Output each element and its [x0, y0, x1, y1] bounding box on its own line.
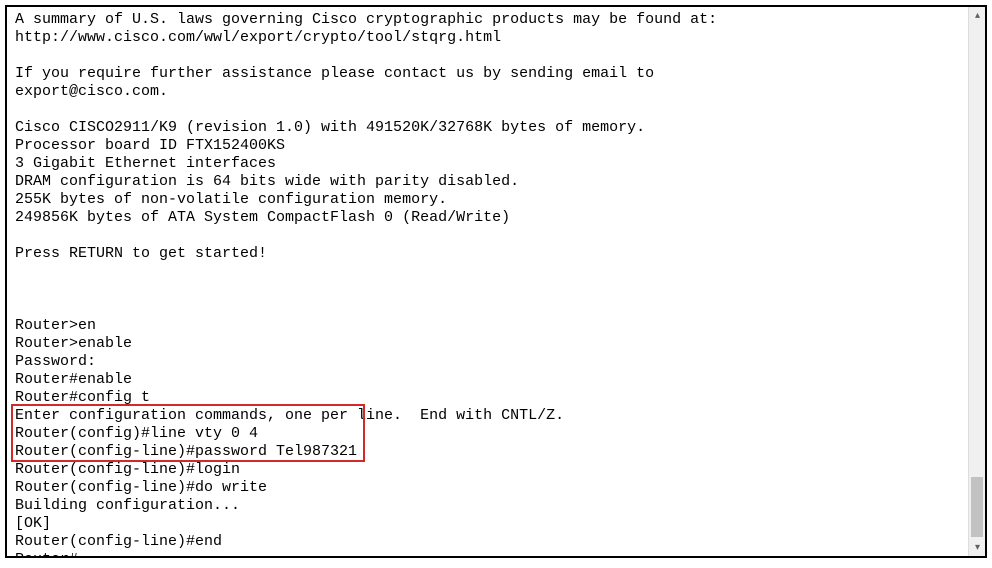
vertical-scrollbar[interactable]: ▴ ▾: [968, 7, 985, 556]
terminal-window: A summary of U.S. laws governing Cisco c…: [5, 5, 987, 558]
scroll-down-arrow[interactable]: ▾: [969, 539, 986, 556]
terminal-output[interactable]: A summary of U.S. laws governing Cisco c…: [7, 7, 967, 556]
scroll-up-arrow[interactable]: ▴: [969, 7, 986, 24]
scrollbar-thumb[interactable]: [971, 477, 983, 537]
scrollbar-track[interactable]: [969, 24, 985, 539]
